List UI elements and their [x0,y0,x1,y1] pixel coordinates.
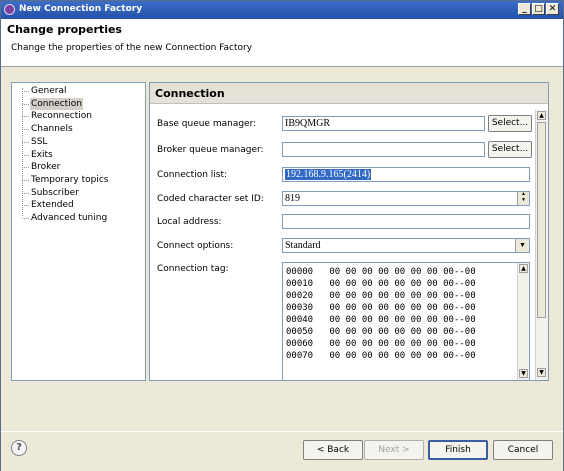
maximize-button[interactable]: □ [532,3,545,15]
property-nav-tree: General Connection Reconnection Channels SSL… [11,82,146,381]
scroll-up-icon[interactable]: ▲ [537,111,546,120]
nav-item-extended[interactable]: Extended [30,199,75,211]
hex-row: 00050 00 00 00 00 00 00 00 00--00 [286,327,476,337]
connection-panel: Connection Base queue manager: IB9QMGR S… [149,82,549,381]
tree-connector [22,154,29,156]
page-title: Change properties [7,23,122,36]
next-button: Next > [364,440,424,460]
panel-header: Connection [150,83,548,104]
base-qm-field[interactable]: IB9QMGR [282,116,485,131]
local-address-field[interactable] [282,214,530,229]
connect-options-label: Connect options: [157,241,234,251]
window-title: New Connection Factory [19,4,143,14]
finish-button[interactable]: Finish [428,440,488,460]
connection-tag-label: Connection tag: [157,264,229,274]
page-description: Change the properties of the new Connect… [11,43,253,53]
hex-row: 00030 00 00 00 00 00 00 00 00--00 [286,303,476,313]
connect-options-value: Standard [285,240,321,251]
broker-qm-select-button[interactable]: Select... [488,141,532,158]
spinner-arrows-icon[interactable]: ▲ ▼ [517,192,529,205]
nav-item-broker[interactable]: Broker [30,161,61,173]
ccsid-value: 819 [285,193,300,204]
hex-row: 00020 00 00 00 00 00 00 00 00--00 [286,291,476,301]
connection-list-label: Connection list: [157,170,228,180]
broker-qm-label: Broker queue manager: [157,145,264,155]
broker-qm-field[interactable] [282,142,485,157]
ccsid-label: Coded character set ID: [157,194,264,204]
tree-connector [22,141,29,143]
nav-item-temporary-topics[interactable]: Temporary topics [30,174,109,186]
title-bar[interactable]: New Connection Factory _ □ ✕ [1,1,563,19]
tree-connector [22,91,29,92]
minimize-button[interactable]: _ [518,3,531,15]
connection-tag-hex-editor[interactable]: 00000 00 00 00 00 00 00 00 00--00 00010 … [282,262,530,380]
tree-connector [22,103,29,105]
cancel-button[interactable]: Cancel [493,440,553,460]
nav-item-ssl[interactable]: SSL [30,136,48,148]
dialog-window: New Connection Factory _ □ ✕ Change prop… [0,0,564,471]
panel-title: Connection [155,87,225,100]
connect-options-select[interactable]: Standard ▼ [282,238,530,253]
close-button[interactable]: ✕ [546,3,559,15]
nav-item-connection[interactable]: Connection [30,97,83,110]
tree-connector [22,129,29,131]
tree-connector [22,205,29,207]
base-qm-select-button[interactable]: Select... [488,115,532,132]
nav-item-exits[interactable]: Exits [30,149,54,161]
tree-connector [22,179,29,181]
nav-item-advanced-tuning[interactable]: Advanced tuning [30,212,108,224]
nav-item-reconnection[interactable]: Reconnection [30,110,93,122]
hex-row: 00060 00 00 00 00 00 00 00 00--00 [286,339,476,349]
hex-row: 00040 00 00 00 00 00 00 00 00--00 [286,315,476,325]
scroll-down-icon[interactable]: ▼ [519,369,528,378]
back-button[interactable]: < Back [303,440,363,460]
tree-connector [22,88,24,216]
wizard-header: Change properties Change the properties … [1,19,563,67]
nav-item-general[interactable]: General [30,85,67,97]
local-address-label: Local address: [157,217,222,227]
nav-item-channels[interactable]: Channels [30,123,74,135]
hex-row: 00000 00 00 00 00 00 00 00 00--00 [286,267,476,277]
tree-connector [22,192,29,194]
connection-list-value: 192.168.9.165(2414) [285,169,372,180]
hex-row: 00070 00 00 00 00 00 00 00 00--00 [286,351,476,361]
scroll-down-icon[interactable]: ▼ [537,368,546,377]
tree-connector [22,167,29,169]
base-qm-label: Base queue manager: [157,119,257,129]
tree-connector [22,116,29,118]
nav-item-subscriber[interactable]: Subscriber [30,187,80,199]
ccsid-spinner[interactable]: 819 ▲ ▼ [282,191,530,206]
scroll-up-icon[interactable]: ▲ [519,264,528,273]
chevron-down-icon[interactable]: ▼ [515,239,529,252]
help-icon[interactable]: ? [11,440,27,456]
tree-connector [22,218,29,219]
hex-row: 00010 00 00 00 00 00 00 00 00--00 [286,279,476,289]
app-icon [4,4,15,15]
wizard-footer: ? < Back Next > Finish Cancel [1,431,563,471]
panel-scrollbar[interactable]: ▲ ▼ [535,110,548,380]
connection-list-field[interactable]: 192.168.9.165(2414) [282,167,530,182]
hex-scrollbar[interactable]: ▲ ▼ [517,263,529,380]
scroll-thumb[interactable] [537,122,546,318]
